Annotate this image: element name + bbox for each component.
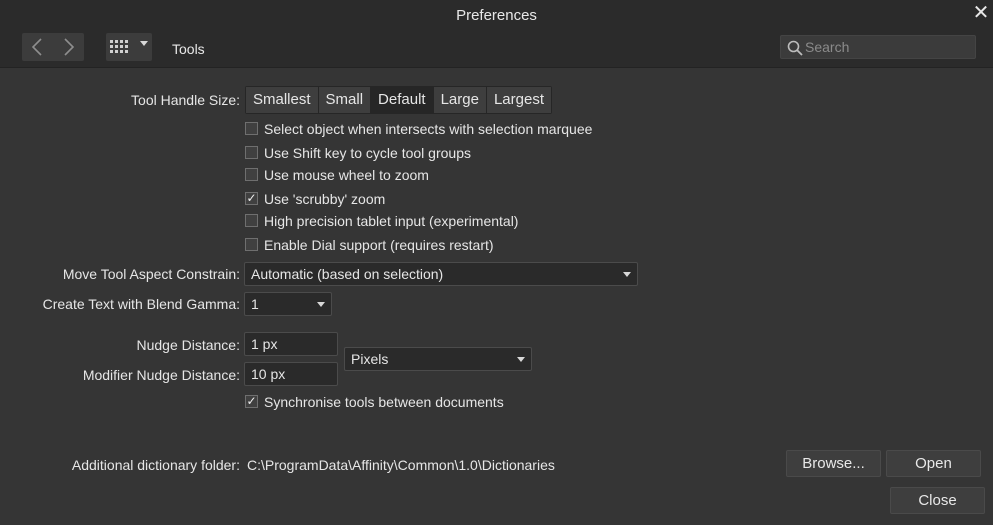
handle-size-largest[interactable]: Largest bbox=[486, 87, 551, 113]
browse-button[interactable]: Browse... bbox=[786, 450, 881, 477]
search-input[interactable] bbox=[805, 37, 970, 57]
tool-handle-size-label: Tool Handle Size: bbox=[131, 92, 240, 108]
window-title: Preferences bbox=[456, 7, 537, 24]
checkbox-mouse-wheel-zoom[interactable] bbox=[245, 168, 258, 181]
dictionary-folder-label: Additional dictionary folder: bbox=[71, 457, 240, 473]
chevron-right-icon[interactable] bbox=[54, 33, 84, 61]
blend-gamma-label: Create Text with Blend Gamma: bbox=[42, 296, 240, 312]
close-icon[interactable]: ✕ bbox=[971, 3, 991, 25]
chevron-down-icon[interactable] bbox=[140, 41, 148, 46]
dictionary-folder-path: C:\ProgramData\Affinity\Common\1.0\Dicti… bbox=[247, 457, 555, 473]
checkbox-dial-support[interactable] bbox=[245, 238, 258, 251]
section-title: Tools bbox=[172, 41, 205, 57]
handle-size-default[interactable]: Default bbox=[371, 87, 434, 113]
modifier-nudge-field[interactable] bbox=[244, 362, 338, 386]
select-value: Automatic (based on selection) bbox=[251, 266, 444, 282]
nudge-distance-label: Nudge Distance: bbox=[136, 337, 240, 353]
open-button[interactable]: Open bbox=[886, 450, 981, 477]
chevron-down-icon bbox=[623, 272, 631, 277]
chevron-down-icon bbox=[517, 357, 525, 362]
checkbox-label: Use 'scrubby' zoom bbox=[264, 191, 386, 207]
handle-size-small[interactable]: Small bbox=[318, 87, 372, 113]
chevron-left-icon[interactable] bbox=[22, 33, 52, 61]
checkmark-icon: ✓ bbox=[246, 394, 257, 408]
blend-gamma-select[interactable]: 1 bbox=[244, 292, 332, 316]
modifier-nudge-label: Modifier Nudge Distance: bbox=[82, 367, 240, 383]
tool-handle-size-selector: Smallest Small Default Large Largest bbox=[245, 86, 552, 114]
checkbox-shift-cycle[interactable] bbox=[245, 146, 258, 159]
handle-size-large[interactable]: Large bbox=[433, 87, 487, 113]
nudge-distance-field[interactable] bbox=[244, 332, 338, 356]
handle-size-smallest[interactable]: Smallest bbox=[246, 87, 319, 113]
search-icon bbox=[787, 40, 803, 56]
select-value: 1 bbox=[251, 296, 259, 312]
checkbox-label: Synchronise tools between documents bbox=[264, 394, 504, 410]
move-tool-constrain-label: Move Tool Aspect Constrain: bbox=[62, 266, 240, 282]
checkmark-icon: ✓ bbox=[246, 191, 257, 205]
checkbox-label: Use mouse wheel to zoom bbox=[264, 167, 429, 183]
checkbox-tablet-precision[interactable] bbox=[245, 214, 258, 227]
checkbox-label: High precision tablet input (experimenta… bbox=[264, 213, 519, 229]
nudge-distance-input[interactable] bbox=[251, 335, 331, 353]
select-value: Pixels bbox=[351, 351, 389, 367]
grid-icon bbox=[110, 40, 134, 54]
checkbox-label: Enable Dial support (requires restart) bbox=[264, 237, 494, 253]
nudge-unit-select[interactable]: Pixels bbox=[344, 347, 532, 371]
checkbox-select-intersect[interactable] bbox=[245, 122, 258, 135]
checkbox-label: Select object when intersects with selec… bbox=[264, 121, 593, 137]
close-button[interactable]: Close bbox=[890, 487, 985, 514]
search-box[interactable] bbox=[780, 35, 976, 59]
modifier-nudge-input[interactable] bbox=[251, 365, 331, 383]
checkbox-label: Use Shift key to cycle tool groups bbox=[264, 145, 471, 161]
move-tool-constrain-select[interactable]: Automatic (based on selection) bbox=[244, 262, 638, 286]
chevron-down-icon bbox=[317, 302, 325, 307]
